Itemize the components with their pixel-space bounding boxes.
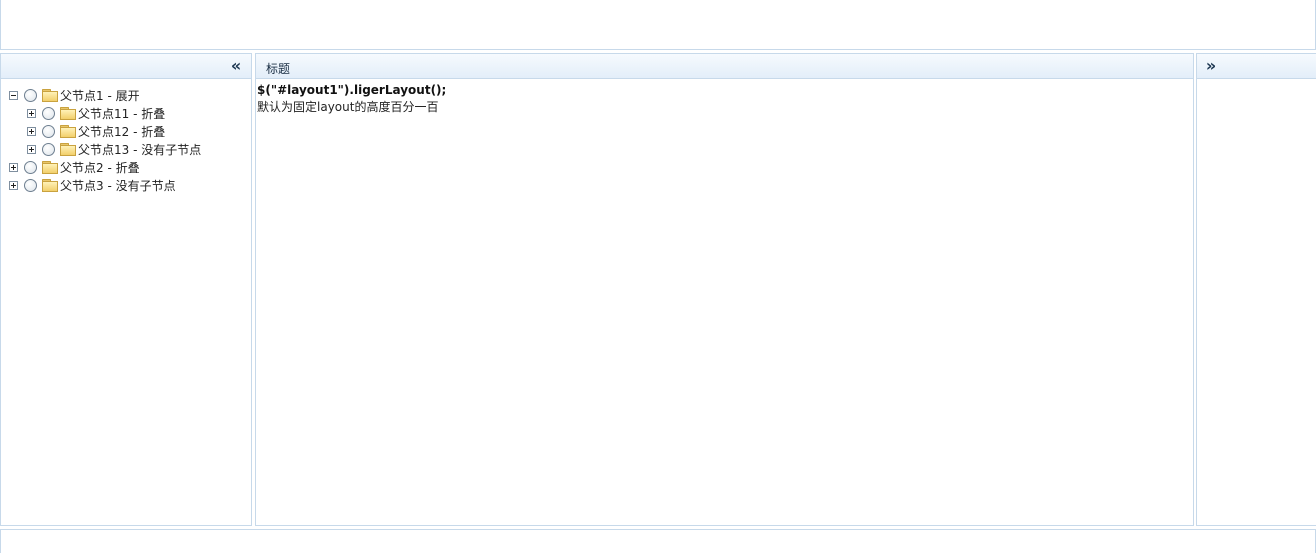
tree-node-label[interactable]: 父节点1 - 展开 (60, 87, 140, 104)
radio-button[interactable] (24, 88, 37, 102)
double-chevron-right-icon[interactable]: » (1202, 57, 1220, 75)
radio-button[interactable] (24, 178, 37, 192)
tree-expand-toggle-icon[interactable] (27, 144, 36, 154)
tree-node-11[interactable]: 父节点11 - 折叠 (9, 104, 201, 122)
tree-expand-toggle-icon[interactable] (9, 162, 18, 172)
tree-node-2[interactable]: 父节点2 - 折叠 (9, 158, 201, 176)
tree-collapse-toggle-icon[interactable] (9, 90, 18, 100)
description-text: 默认为固定layout的高度百分一百 (257, 100, 439, 114)
tree-node-label[interactable]: 父节点12 - 折叠 (78, 123, 165, 140)
panel-title: 标题 (266, 62, 291, 76)
folder-icon (42, 89, 58, 102)
center-panel-header: 标题 (256, 54, 1193, 79)
bottom-region (0, 529, 1316, 553)
top-region (0, 0, 1316, 50)
tree-node-13[interactable]: 父节点13 - 没有子节点 (9, 140, 201, 158)
tree-expand-toggle-icon[interactable] (9, 180, 18, 190)
tree-node-12[interactable]: 父节点12 - 折叠 (9, 122, 201, 140)
tree-expand-toggle-icon[interactable] (27, 108, 36, 118)
radio-button[interactable] (42, 142, 55, 156)
double-chevron-left-icon[interactable]: « (227, 57, 245, 75)
left-panel-header: « (1, 54, 251, 79)
radio-button[interactable] (24, 160, 37, 174)
center-panel: 标题 $("#layout1").ligerLayout(); 默认为固定lay… (255, 53, 1194, 526)
tree-node-3[interactable]: 父节点3 - 没有子节点 (9, 176, 201, 194)
tree-node-label[interactable]: 父节点13 - 没有子节点 (78, 141, 201, 158)
tree-node-label[interactable]: 父节点3 - 没有子节点 (60, 177, 176, 194)
folder-icon (60, 143, 76, 156)
center-content: $("#layout1").ligerLayout(); 默认为固定layout… (257, 82, 446, 116)
tree-node-label[interactable]: 父节点11 - 折叠 (78, 105, 165, 122)
folder-icon (60, 125, 76, 138)
radio-button[interactable] (42, 124, 55, 138)
tree-node-label[interactable]: 父节点2 - 折叠 (60, 159, 140, 176)
folder-icon (60, 107, 76, 120)
tree-expand-toggle-icon[interactable] (27, 126, 36, 136)
right-panel-header: » (1197, 54, 1316, 79)
left-panel: « 父节点1 - 展开 父节点11 - 折叠 父节点12 - 折叠 父节点13 … (0, 53, 252, 526)
code-line: $("#layout1").ligerLayout(); (257, 83, 447, 97)
tree: 父节点1 - 展开 父节点11 - 折叠 父节点12 - 折叠 父节点13 - … (9, 86, 201, 194)
tree-node-1[interactable]: 父节点1 - 展开 (9, 86, 201, 104)
right-panel-collapsed: » (1196, 53, 1316, 526)
folder-icon (42, 161, 58, 174)
folder-icon (42, 179, 58, 192)
radio-button[interactable] (42, 106, 55, 120)
